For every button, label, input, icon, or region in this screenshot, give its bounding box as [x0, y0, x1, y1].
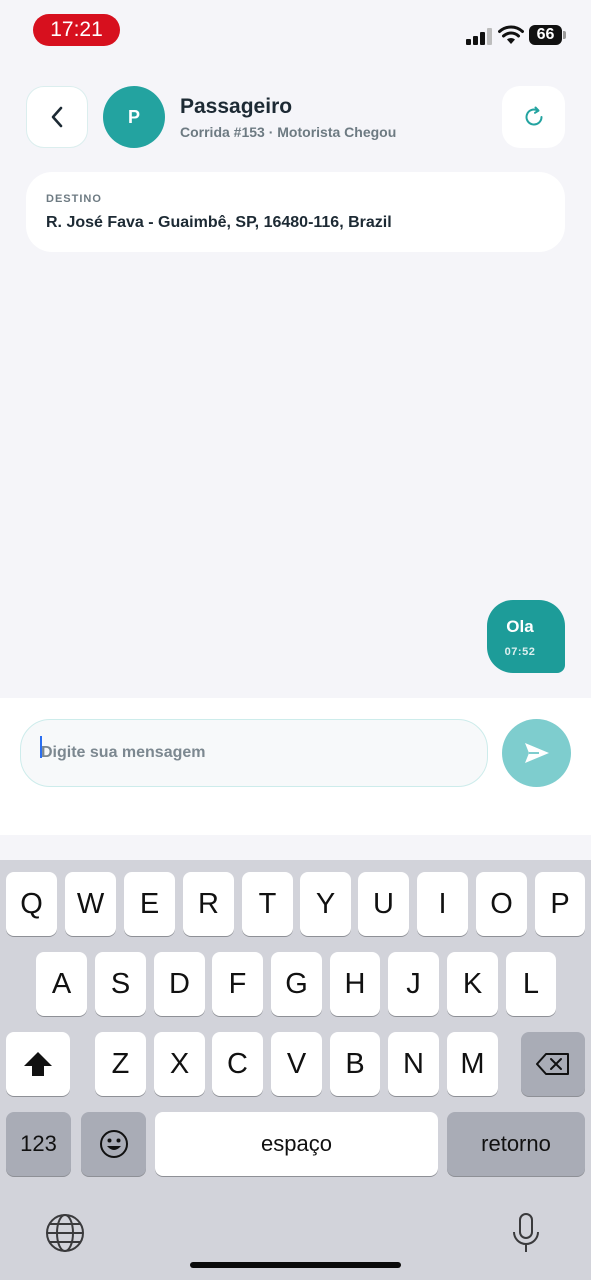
back-button[interactable]: [26, 86, 88, 148]
key-x[interactable]: X: [154, 1032, 205, 1096]
key-a[interactable]: A: [36, 952, 87, 1016]
send-button[interactable]: [502, 719, 571, 787]
dictation-button[interactable]: [508, 1210, 544, 1256]
page-title: Passageiro: [180, 95, 293, 118]
key-g[interactable]: G: [271, 952, 322, 1016]
wifi-icon: [498, 24, 524, 45]
key-c[interactable]: C: [212, 1032, 263, 1096]
emoji-key[interactable]: [81, 1112, 146, 1176]
key-l[interactable]: L: [506, 952, 556, 1016]
key-u[interactable]: U: [358, 872, 409, 936]
key-p[interactable]: P: [535, 872, 585, 936]
key-t[interactable]: T: [242, 872, 293, 936]
key-h[interactable]: H: [330, 952, 380, 1016]
onscreen-keyboard: Q W E R T Y U I O P A S D F G H J K L Z …: [0, 860, 591, 1280]
ride-status: Corrida #153 · Motorista Chegou: [180, 124, 397, 140]
backspace-key[interactable]: [521, 1032, 585, 1096]
key-z[interactable]: Z: [95, 1032, 146, 1096]
key-f[interactable]: F: [212, 952, 263, 1016]
destination-card: DESTINO R. José Fava - Guaimbê, SP, 1648…: [26, 172, 565, 252]
key-b[interactable]: B: [330, 1032, 380, 1096]
home-indicator: [190, 1262, 401, 1268]
key-k[interactable]: K: [447, 952, 498, 1016]
refresh-icon: [525, 106, 543, 126]
key-y[interactable]: Y: [300, 872, 351, 936]
message-input[interactable]: [20, 719, 488, 787]
chat-header: P Passageiro Corrida #153 · Motorista Ch…: [0, 85, 591, 149]
message-time: 07:52: [504, 646, 536, 658]
chevron-left-icon: [51, 106, 63, 128]
message-text: Ola: [506, 617, 534, 636]
key-d[interactable]: D: [154, 952, 205, 1016]
backspace-icon: [536, 1053, 569, 1075]
key-i[interactable]: I: [417, 872, 468, 936]
shift-icon: [24, 1052, 52, 1076]
key-s[interactable]: S: [95, 952, 146, 1016]
key-r[interactable]: R: [183, 872, 234, 936]
message-composer: [0, 698, 591, 835]
avatar: P: [103, 86, 165, 148]
key-w[interactable]: W: [65, 872, 116, 936]
sent-message-bubble: Ola 07:52: [487, 600, 565, 673]
return-key[interactable]: retorno: [447, 1112, 585, 1176]
send-icon: [524, 743, 549, 763]
key-m[interactable]: M: [447, 1032, 498, 1096]
space-key[interactable]: espaço: [155, 1112, 438, 1176]
destination-label: DESTINO: [46, 193, 102, 205]
key-o[interactable]: O: [476, 872, 527, 936]
key-e[interactable]: E: [124, 872, 175, 936]
battery-icon: 66: [529, 25, 562, 45]
key-n[interactable]: N: [388, 1032, 439, 1096]
refresh-button[interactable]: [502, 86, 565, 148]
emoji-icon: [99, 1130, 128, 1158]
globe-button[interactable]: [44, 1212, 86, 1254]
text-caret: [40, 736, 42, 758]
signal-icon: [466, 28, 492, 45]
microphone-icon: [513, 1213, 539, 1252]
shift-key[interactable]: [6, 1032, 70, 1096]
numbers-key[interactable]: 123: [6, 1112, 71, 1176]
key-q[interactable]: Q: [6, 872, 57, 936]
status-bar: 17:21 66: [0, 0, 591, 60]
status-time: 17:21: [33, 14, 120, 46]
key-j[interactable]: J: [388, 952, 439, 1016]
globe-icon: [46, 1214, 84, 1252]
destination-address: R. José Fava - Guaimbê, SP, 16480-116, B…: [46, 214, 392, 231]
battery-tip: [563, 31, 566, 39]
key-v[interactable]: V: [271, 1032, 322, 1096]
